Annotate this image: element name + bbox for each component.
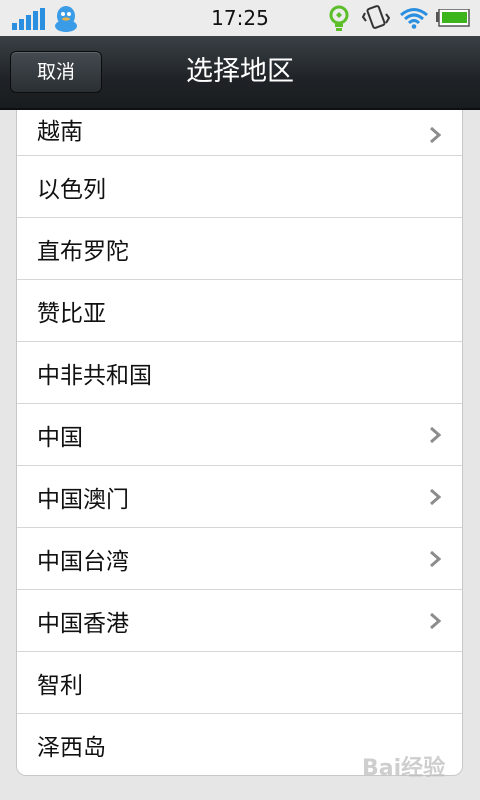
list-item[interactable]: 中国 xyxy=(17,404,462,466)
list-item[interactable]: 中非共和国 xyxy=(17,342,462,404)
region-name: 赞比亚 xyxy=(37,300,106,327)
region-list: 越南 以色列 直布罗陀 赞比亚 中非共和国 中国 中国澳门 中国台湾 中国香港 … xyxy=(16,110,463,776)
region-name: 中国香港 xyxy=(37,610,129,637)
list-item[interactable]: 中国台湾 xyxy=(17,528,462,590)
region-name: 中国澳门 xyxy=(37,486,129,513)
wifi-icon xyxy=(400,8,428,29)
list-item[interactable]: 中国澳门 xyxy=(17,466,462,528)
page-title: 选择地区 xyxy=(186,56,294,87)
region-name: 泽西岛 xyxy=(37,735,106,761)
chevron-right-icon xyxy=(430,426,442,443)
region-name: 智利 xyxy=(37,672,83,699)
region-name: 以色列 xyxy=(37,176,106,203)
battery-icon xyxy=(436,9,470,27)
vibrate-icon xyxy=(362,5,390,29)
list-item[interactable]: 赞比亚 xyxy=(17,280,462,342)
region-name: 中非共和国 xyxy=(37,362,152,389)
region-name: 中国台湾 xyxy=(37,548,129,575)
region-name: 中国 xyxy=(37,424,83,451)
chevron-right-icon xyxy=(430,488,442,505)
list-item[interactable]: 智利 xyxy=(17,652,462,714)
navigation-bar: 取消 选择地区 xyxy=(0,36,480,110)
chevron-right-icon xyxy=(430,550,442,567)
lightbulb-icon xyxy=(329,5,349,31)
region-name: 越南 xyxy=(37,119,83,145)
chevron-right-icon xyxy=(430,126,442,144)
list-item[interactable]: 以色列 xyxy=(17,156,462,218)
region-name: 直布罗陀 xyxy=(37,238,129,265)
list-item[interactable]: 直布罗陀 xyxy=(17,218,462,280)
status-bar: 17:25 xyxy=(0,0,480,36)
chevron-right-icon xyxy=(430,612,442,629)
watermark: Bai经验 xyxy=(362,756,446,781)
list-item[interactable]: 越南 xyxy=(17,110,462,156)
list-item[interactable]: 中国香港 xyxy=(17,590,462,652)
